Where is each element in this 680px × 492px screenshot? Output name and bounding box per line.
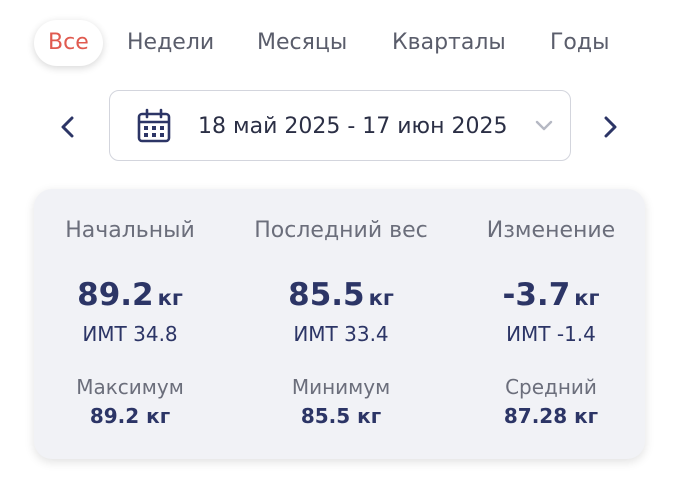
stat-min-value: 85.5 кг <box>300 404 382 428</box>
tab-years[interactable]: Годы <box>550 20 609 66</box>
period-tabs: Все Недели Месяцы Кварталы Годы <box>0 20 680 66</box>
date-range-label: 18 май 2025 - 17 июн 2025 <box>198 114 508 139</box>
stat-start-weight: 89.2 кг <box>28 277 232 313</box>
tab-weeks[interactable]: Недели <box>127 20 214 66</box>
stat-change-unit: кг <box>574 286 600 310</box>
stat-change-bmi: ИМТ -1.4 <box>506 322 596 346</box>
stat-last-unit: кг <box>368 286 394 310</box>
stat-max-value: 89.2 кг <box>89 404 171 428</box>
stat-start: Начальный 89.2 кг ИМТ 34.8 Максимум 89.2 … <box>28 189 232 459</box>
stat-change: Изменение -3.7 кг ИМТ -1.4 Средний 87.28 … <box>449 189 653 459</box>
stat-change-title: Изменение <box>486 218 616 243</box>
stat-avg-value: 87.28 кг <box>503 404 599 428</box>
prev-period-button[interactable] <box>50 109 86 145</box>
stat-last-weight: 85.5 кг <box>239 277 443 313</box>
stat-change-weight: -3.7 кг <box>449 277 653 313</box>
stat-start-unit: кг <box>157 286 183 310</box>
chevron-right-icon <box>604 116 617 138</box>
stat-start-title: Начальный <box>65 218 195 243</box>
date-range-selector[interactable]: 18 май 2025 - 17 июн 2025 <box>109 90 571 161</box>
stat-min-title: Минимум <box>291 375 391 399</box>
stat-last-value: 85.5 <box>288 277 365 313</box>
stat-avg-title: Средний <box>505 375 597 399</box>
stat-max-title: Максимум <box>76 375 184 399</box>
stat-start-value: 89.2 <box>77 277 154 313</box>
chevron-left-icon <box>61 116 74 138</box>
stat-last-title: Последний вес <box>254 218 428 243</box>
tab-quarters[interactable]: Кварталы <box>392 20 506 66</box>
weight-stats-card: Начальный 89.2 кг ИМТ 34.8 Максимум 89.2 … <box>34 189 645 459</box>
next-period-button[interactable] <box>592 109 628 145</box>
tab-months[interactable]: Месяцы <box>257 20 347 66</box>
tab-all[interactable]: Все <box>34 20 103 66</box>
chevron-down-icon <box>535 120 553 131</box>
stat-last: Последний вес 85.5 кг ИМТ 33.4 Минимум 85… <box>239 189 443 459</box>
calendar-icon <box>137 108 171 143</box>
stat-last-bmi: ИМТ 33.4 <box>293 322 389 346</box>
stat-change-value: -3.7 <box>502 277 571 313</box>
stat-start-bmi: ИМТ 34.8 <box>82 322 178 346</box>
